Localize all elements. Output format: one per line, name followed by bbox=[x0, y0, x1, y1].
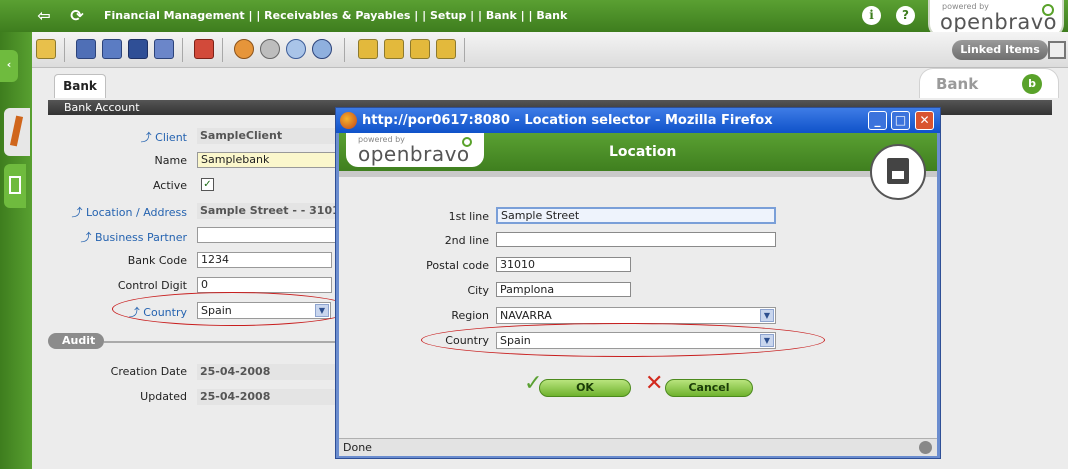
popup-logo-brand-text: openbravo bbox=[358, 142, 470, 166]
toolbar-separator bbox=[344, 38, 345, 62]
firefox-icon bbox=[340, 112, 357, 129]
city-input[interactable]: Pamplona bbox=[496, 282, 631, 297]
maximize-icon[interactable]: □ bbox=[891, 111, 910, 130]
linked-items-icon[interactable] bbox=[1048, 41, 1066, 59]
browser-status-bar: Done bbox=[339, 438, 937, 456]
info-icon[interactable]: i bbox=[862, 6, 881, 25]
last-record-icon[interactable] bbox=[436, 39, 456, 59]
close-icon[interactable]: ✕ bbox=[915, 111, 934, 130]
breadcrumb[interactable]: Financial Management | | Receivables & P… bbox=[104, 9, 567, 22]
location-label[interactable]: ⤴ Location / Address bbox=[32, 204, 187, 220]
line2-input[interactable] bbox=[496, 232, 776, 247]
left-rail: ‹ bbox=[0, 32, 32, 469]
toolbar-separator bbox=[222, 38, 223, 62]
window-badge-label: Bank bbox=[936, 75, 979, 93]
back-arrow-icon[interactable]: ⇦ bbox=[33, 5, 55, 27]
popup-body: powered by openbravo Location 1st line S… bbox=[339, 133, 937, 456]
window-badge: Bank b bbox=[919, 68, 1059, 98]
toolbar: Linked Items bbox=[32, 32, 1068, 68]
popup-openbravo-logo: powered by openbravo bbox=[346, 133, 484, 167]
minimize-icon[interactable]: _ bbox=[868, 111, 887, 130]
line1-label: 1st line bbox=[448, 210, 489, 223]
updated-label: Updated bbox=[140, 390, 187, 403]
active-checkbox[interactable]: ✓ bbox=[201, 178, 214, 191]
logo-mark-icon bbox=[1042, 4, 1054, 16]
edit-view-tab-icon[interactable] bbox=[4, 108, 30, 156]
control-digit-field[interactable]: 0 bbox=[197, 277, 332, 293]
status-icon bbox=[919, 441, 932, 454]
refresh-icon[interactable]: ⟳ bbox=[66, 5, 88, 27]
first-record-icon[interactable] bbox=[358, 39, 378, 59]
name-field[interactable]: Samplebank bbox=[197, 152, 337, 168]
delete-icon[interactable] bbox=[194, 39, 214, 59]
new-record-icon[interactable] bbox=[36, 39, 56, 59]
popup-title: http://por0617:8080 - Location selector … bbox=[362, 113, 773, 128]
client-field: SampleClient bbox=[197, 128, 337, 144]
next-record-icon[interactable] bbox=[410, 39, 430, 59]
creation-date-field: 25-04-2008 bbox=[197, 364, 337, 380]
postal-code-label: Postal code bbox=[426, 259, 489, 272]
popup-titlebar[interactable]: http://por0617:8080 - Location selector … bbox=[336, 108, 940, 133]
grid-view-tab-icon[interactable] bbox=[4, 164, 26, 208]
help-icon[interactable]: ? bbox=[896, 6, 915, 25]
undo-icon[interactable] bbox=[234, 39, 254, 59]
region-select-value: NAVARRA bbox=[500, 309, 552, 322]
region-label: Region bbox=[451, 309, 489, 322]
tab-strip: Bank Bank b bbox=[32, 68, 1068, 98]
save-location-icon[interactable] bbox=[870, 144, 926, 200]
country-highlight-ellipse bbox=[112, 292, 353, 326]
previous-record-icon[interactable] bbox=[384, 39, 404, 59]
copy-record-icon[interactable] bbox=[76, 39, 96, 59]
postal-code-input[interactable]: 31010 bbox=[496, 257, 631, 272]
popup-logo-mark-icon bbox=[462, 137, 472, 147]
line2-label: 2nd line bbox=[444, 234, 489, 247]
audit-divider bbox=[104, 341, 344, 343]
popup-header: powered by openbravo Location bbox=[339, 133, 937, 171]
client-label[interactable]: ⤴ Client bbox=[32, 129, 187, 145]
toolbar-separator bbox=[64, 38, 65, 62]
toolbar-separator bbox=[464, 38, 465, 62]
tab-bank[interactable]: Bank bbox=[54, 74, 106, 98]
bank-code-label: Bank Code bbox=[127, 254, 187, 267]
search-icon[interactable] bbox=[286, 39, 306, 59]
save-next-icon[interactable] bbox=[154, 39, 174, 59]
cancel-x-icon: ✕ bbox=[645, 371, 664, 396]
cancel-button[interactable]: Cancel bbox=[665, 379, 753, 397]
audit-section-toggle[interactable]: Audit bbox=[48, 333, 104, 349]
ok-button[interactable]: OK bbox=[539, 379, 631, 397]
save-new-icon[interactable] bbox=[102, 39, 122, 59]
region-select[interactable]: NAVARRA ▼ bbox=[496, 307, 776, 324]
advanced-search-icon[interactable] bbox=[312, 39, 332, 59]
name-label: Name bbox=[154, 154, 187, 167]
updated-field: 25-04-2008 bbox=[197, 389, 337, 405]
line1-input[interactable]: Sample Street bbox=[496, 207, 776, 224]
popup-heading: Location bbox=[609, 144, 677, 160]
business-partner-field[interactable] bbox=[197, 227, 337, 243]
top-bar: ⇦ ⟳ Financial Management | | Receivables… bbox=[0, 0, 1068, 38]
save-icon[interactable] bbox=[128, 39, 148, 59]
bank-code-field[interactable]: 1234 bbox=[197, 252, 332, 268]
popup-country-highlight-ellipse bbox=[421, 323, 825, 357]
linked-items-button[interactable]: Linked Items bbox=[952, 40, 1048, 60]
toolbar-separator bbox=[182, 38, 183, 62]
logo-brand-text: openbravo bbox=[940, 10, 1058, 34]
location-selector-window: http://por0617:8080 - Location selector … bbox=[335, 107, 941, 459]
active-label: Active bbox=[152, 179, 187, 192]
creation-date-label: Creation Date bbox=[110, 365, 187, 378]
location-field[interactable]: Sample Street - - 3101 bbox=[197, 203, 337, 219]
control-digit-label: Control Digit bbox=[117, 279, 187, 292]
city-label: City bbox=[467, 284, 489, 297]
status-text: Done bbox=[343, 441, 372, 454]
popup-header-divider bbox=[339, 171, 937, 177]
collapse-menu-icon[interactable]: ‹ bbox=[0, 50, 18, 82]
chevron-down-icon[interactable]: ▼ bbox=[760, 309, 774, 322]
openbravo-mark-icon: b bbox=[1022, 74, 1042, 94]
business-partner-label[interactable]: ⤴ Business Partner bbox=[32, 229, 187, 245]
attachment-icon[interactable] bbox=[260, 39, 280, 59]
